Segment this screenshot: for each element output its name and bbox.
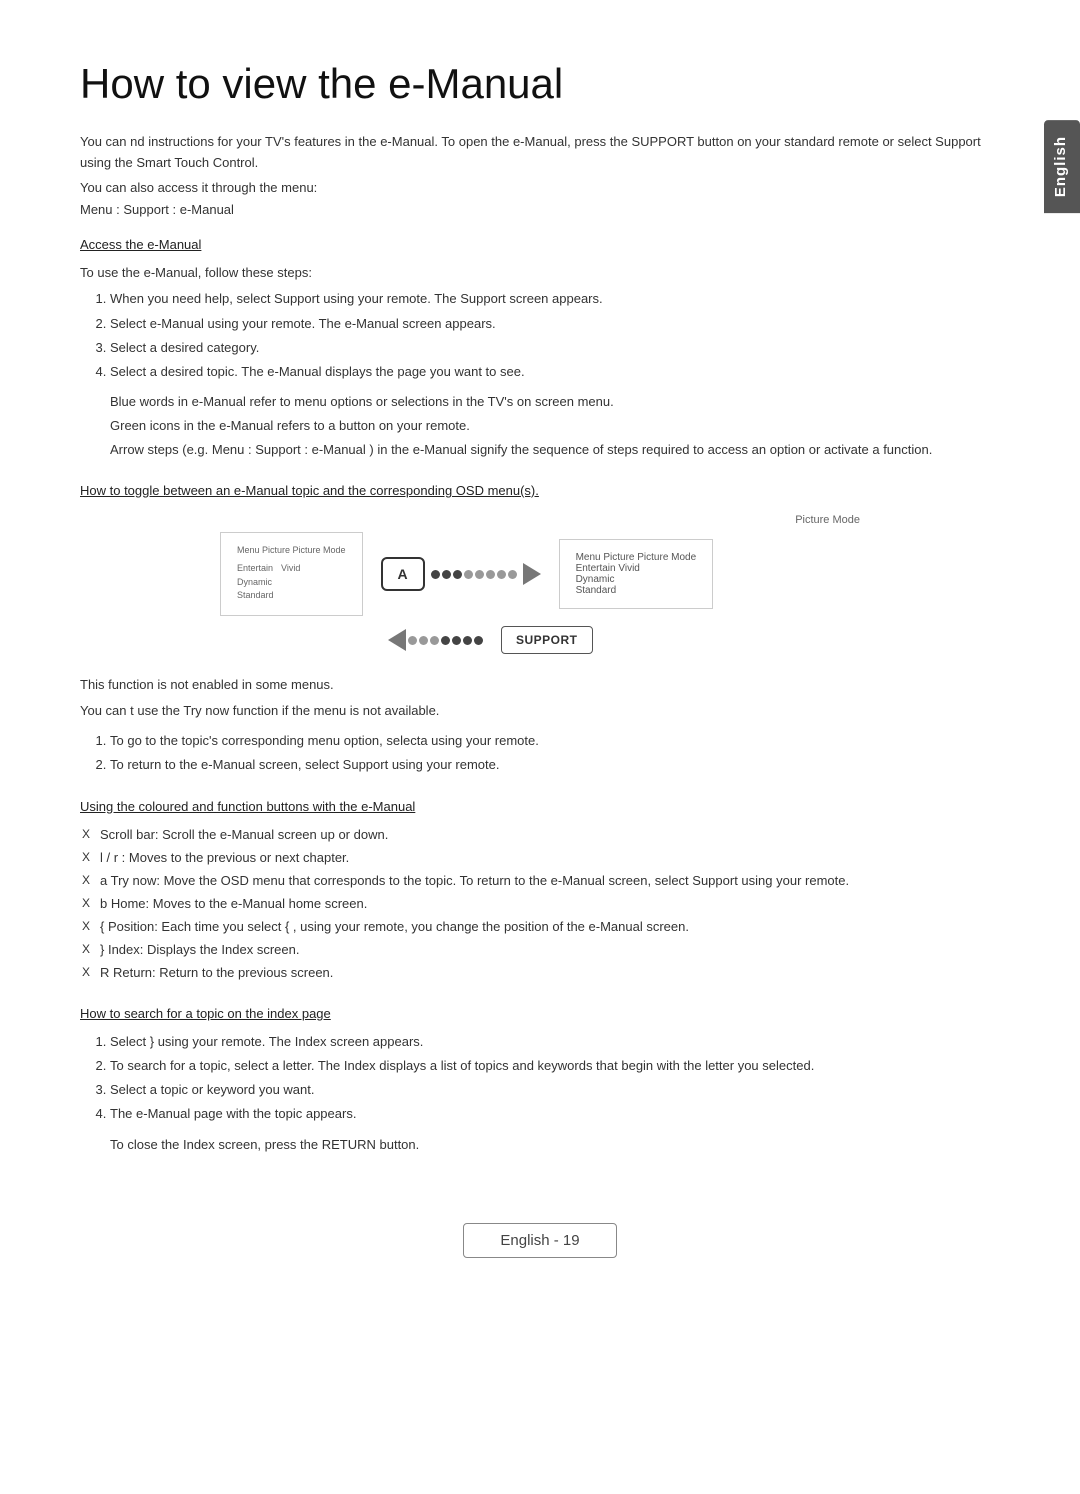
ldot2	[419, 636, 428, 645]
toggle-note1: This function is not enabled in some men…	[80, 674, 1000, 696]
toggle-step-2: To return to the e-Manual screen, select…	[110, 754, 1000, 776]
intro-line2: You can also access it through the menu:	[80, 178, 1000, 199]
diagram-right-panel: Menu Picture Picture Mode Entertain Vivi…	[559, 539, 714, 609]
toggle-steps-list: To go to the topic's corresponding menu …	[110, 730, 1000, 776]
section-toggle-header: How to toggle between an e-Manual topic …	[80, 483, 1000, 498]
right-menu-row: Menu Picture Picture Mode	[576, 552, 697, 563]
access-step-3: Select a desired category.	[110, 337, 1000, 359]
footer-box: English - 19	[463, 1223, 616, 1258]
right-item1: Dynamic	[576, 574, 697, 585]
section-access-header: Access the e-Manual	[80, 237, 1000, 252]
left-item1: Dynamic	[237, 577, 346, 587]
toggle-step-1: To go to the topic's corresponding menu …	[110, 730, 1000, 752]
ldot6	[463, 636, 472, 645]
btn-item-5: { Position: Each time you select { , usi…	[100, 916, 1000, 938]
dots-line-right	[431, 570, 517, 579]
support-btn-label: SUPPORT	[516, 633, 578, 647]
ldot3	[430, 636, 439, 645]
ldot4	[441, 636, 450, 645]
index-step-1: Select } using your remote. The Index sc…	[110, 1031, 1000, 1053]
menu-path: Menu : Support : e-Manual	[80, 202, 1000, 217]
toggle-note2: You can t use the Try now function if th…	[80, 700, 1000, 722]
access-indent2: Green icons in the e-Manual refers to a …	[110, 415, 1000, 437]
right-row1b: Vivid	[618, 563, 640, 574]
support-button[interactable]: SUPPORT	[501, 626, 593, 654]
right-row1a: Entertain	[576, 563, 616, 574]
btn-item-4: b Home: Moves to the e-Manual home scree…	[100, 893, 1000, 915]
arrow-left-icon	[388, 629, 406, 651]
page-footer: English - 19	[0, 1223, 1080, 1258]
dot4	[464, 570, 473, 579]
footer-text: English - 19	[500, 1232, 579, 1249]
dot7	[497, 570, 506, 579]
dots-line-left	[388, 629, 483, 651]
index-close-note: To close the Index screen, press the RET…	[110, 1134, 1000, 1156]
btn-item-1: Scroll bar: Scroll the e-Manual screen u…	[100, 824, 1000, 846]
page-title: How to view the e-Manual	[80, 60, 1000, 108]
btn-a-label: A	[398, 566, 408, 582]
access-indent1: Blue words in e-Manual refer to menu opt…	[110, 391, 1000, 413]
arrow-right-icon	[523, 563, 541, 585]
index-step-2: To search for a topic, select a letter. …	[110, 1055, 1000, 1077]
dot6	[486, 570, 495, 579]
btn-item-7: R Return: Return to the previous screen.	[100, 962, 1000, 984]
section-index-header: How to search for a topic on the index p…	[80, 1006, 1000, 1021]
access-intro: To use the e-Manual, follow these steps:	[80, 262, 1000, 284]
btn-a[interactable]: A	[381, 557, 425, 591]
right-item2: Standard	[576, 585, 697, 596]
diagram-wrapper: Picture Mode Menu Picture Picture Mode E…	[80, 514, 1000, 654]
left-row1b: Vivid	[281, 563, 300, 573]
dot8	[508, 570, 517, 579]
section-buttons-header: Using the coloured and function buttons …	[80, 799, 1000, 814]
dot5	[475, 570, 484, 579]
page-container: English How to view the e-Manual You can…	[0, 0, 1080, 1298]
btn-item-6: } Index: Displays the Index screen.	[100, 939, 1000, 961]
intro-line1: You can nd instructions for your TV's fe…	[80, 132, 1000, 174]
access-step-1: When you need help, select Support using…	[110, 288, 1000, 310]
side-tab-english: English	[1044, 120, 1080, 213]
access-steps-list: When you need help, select Support using…	[110, 288, 1000, 382]
index-step-4: The e-Manual page with the topic appears…	[110, 1103, 1000, 1125]
buttons-list: Scroll bar: Scroll the e-Manual screen u…	[100, 824, 1000, 985]
left-menu-row: Menu Picture Picture Mode	[237, 545, 346, 555]
picture-mode-label: Picture Mode	[795, 514, 860, 526]
left-row1a: Entertain	[237, 563, 273, 573]
index-steps-list: Select } using your remote. The Index sc…	[110, 1031, 1000, 1125]
ldot7	[474, 636, 483, 645]
diagram-left-panel: Menu Picture Picture Mode Entertain Vivi…	[220, 532, 363, 616]
side-tab-label: English	[1052, 136, 1069, 197]
access-step-2: Select e-Manual using your remote. The e…	[110, 313, 1000, 335]
access-indent3: Arrow steps (e.g. Menu : Support : e-Man…	[110, 439, 1000, 461]
access-step-4: Select a desired topic. The e-Manual dis…	[110, 361, 1000, 383]
index-step-3: Select a topic or keyword you want.	[110, 1079, 1000, 1101]
btn-item-3: a Try now: Move the OSD menu that corres…	[100, 870, 1000, 892]
btn-item-2: l / r : Moves to the previous or next ch…	[100, 847, 1000, 869]
dot2	[442, 570, 451, 579]
dot3	[453, 570, 462, 579]
ldot5	[452, 636, 461, 645]
diagram-arrow-right-group: A	[381, 557, 541, 591]
left-item2: Standard	[237, 590, 346, 600]
dot1	[431, 570, 440, 579]
ldot1	[408, 636, 417, 645]
